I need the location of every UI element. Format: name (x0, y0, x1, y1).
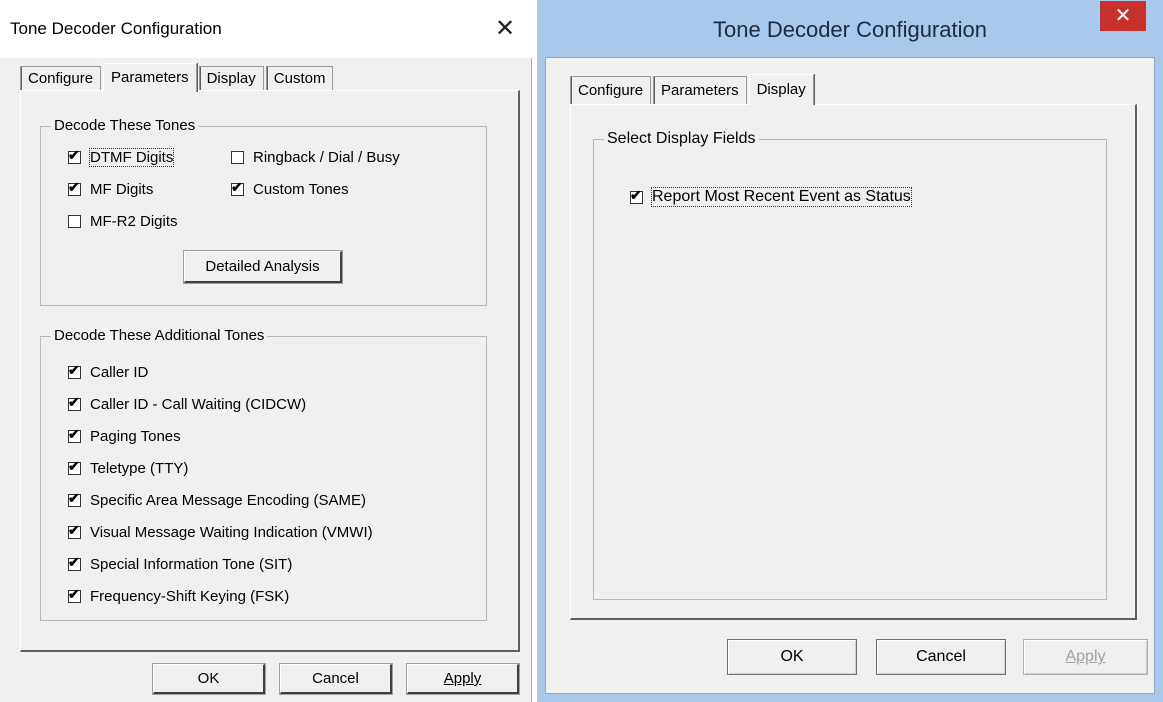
left-cancel-button[interactable]: Cancel (280, 664, 392, 694)
check-icon: ✔ (68, 554, 80, 570)
left-apply-button[interactable]: Apply (407, 664, 519, 694)
checkbox-label: Teletype (TTY) (90, 460, 189, 477)
check-icon: ✔ (231, 179, 243, 195)
checkbox-box: ✔ (630, 187, 643, 204)
left-close-icon[interactable]: ✕ (488, 12, 522, 46)
additional-tones-group-label: Decode These Additional Tones (51, 327, 268, 344)
right-tab-strip: Configure Parameters Display (570, 73, 816, 105)
sit-checkbox[interactable]: ✔ Special Information Tone (SIT) (68, 554, 293, 573)
checkbox-box: ✔ (68, 586, 81, 603)
right-ok-button[interactable]: OK (727, 639, 857, 675)
caller-id-checkbox[interactable]: ✔ Caller ID (68, 362, 149, 381)
parameters-panel: Decode These Tones ✔ DTMF Digits Ringbac… (20, 90, 520, 652)
checkbox-box: ✔ (68, 147, 81, 164)
decode-tones-group: Decode These Tones ✔ DTMF Digits Ringbac… (40, 117, 487, 306)
checkbox-box: ✔ (68, 490, 81, 507)
tab-parameters[interactable]: Parameters (653, 76, 747, 104)
tab-configure[interactable]: Configure (570, 76, 652, 104)
check-icon: ✔ (68, 394, 80, 410)
checkbox-box (68, 215, 81, 228)
checkbox-label: Paging Tones (90, 428, 181, 445)
custom-tones-checkbox[interactable]: ✔ Custom Tones (231, 179, 349, 198)
checkbox-label: MF-R2 Digits (90, 213, 178, 230)
right-cancel-button[interactable]: Cancel (876, 639, 1006, 675)
ringback-dial-busy-checkbox[interactable]: Ringback / Dial / Busy (231, 149, 400, 166)
checkbox-box: ✔ (68, 394, 81, 411)
left-dialog-title: Tone Decoder Configuration (10, 19, 222, 38)
left-dialog: Tone Decoder Configuration ✕ Configure P… (0, 0, 532, 702)
detailed-analysis-button[interactable]: Detailed Analysis (184, 251, 342, 283)
paging-tones-checkbox[interactable]: ✔ Paging Tones (68, 426, 181, 445)
checkbox-box: ✔ (68, 426, 81, 443)
vmwi-checkbox[interactable]: ✔ Visual Message Waiting Indication (VMW… (68, 522, 373, 541)
tab-parameters[interactable]: Parameters (103, 63, 197, 92)
display-fields-group: Select Display Fields ✔ Report Most Rece… (593, 130, 1107, 600)
tab-display[interactable]: Display (198, 66, 264, 91)
check-icon: ✔ (68, 179, 80, 195)
check-icon: ✔ (68, 362, 80, 378)
checkbox-label: Ringback / Dial / Busy (253, 149, 400, 166)
checkbox-label: Frequency-Shift Keying (FSK) (90, 588, 290, 605)
checkbox-label: Caller ID (90, 364, 149, 381)
check-icon: ✔ (68, 586, 80, 602)
teletype-checkbox[interactable]: ✔ Teletype (TTY) (68, 458, 189, 477)
checkbox-box: ✔ (68, 362, 81, 379)
cidcw-checkbox[interactable]: ✔ Caller ID - Call Waiting (CIDCW) (68, 394, 307, 413)
mf-r2-digits-checkbox[interactable]: MF-R2 Digits (68, 213, 178, 230)
checkbox-box (231, 151, 244, 164)
right-dialog: Tone Decoder Configuration ✕ Configure P… (537, 0, 1163, 702)
checkbox-label: MF Digits (90, 181, 154, 198)
same-checkbox[interactable]: ✔ Specific Area Message Encoding (SAME) (68, 490, 366, 509)
check-icon: ✔ (68, 522, 80, 538)
display-panel: Select Display Fields ✔ Report Most Rece… (570, 104, 1137, 620)
right-dialog-title: Tone Decoder Configuration (713, 17, 987, 42)
tab-custom[interactable]: Custom (265, 66, 334, 91)
checkbox-label: Visual Message Waiting Indication (VMWI) (90, 524, 373, 541)
checkbox-label: Report Most Recent Event as Status (651, 187, 912, 207)
right-client-area: Configure Parameters Display Select Disp… (545, 57, 1155, 694)
checkbox-box: ✔ (231, 179, 244, 196)
checkbox-label: Caller ID - Call Waiting (CIDCW) (90, 396, 307, 413)
display-fields-group-label: Select Display Fields (604, 130, 759, 148)
check-icon: ✔ (68, 490, 80, 506)
checkbox-label: Custom Tones (253, 181, 349, 198)
right-close-icon[interactable]: ✕ (1100, 1, 1146, 31)
checkbox-label: DTMF Digits (88, 148, 175, 167)
checkbox-box: ✔ (68, 179, 81, 196)
decode-tones-group-label: Decode These Tones (51, 117, 199, 134)
check-icon: ✔ (630, 186, 642, 203)
fsk-checkbox[interactable]: ✔ Frequency-Shift Keying (FSK) (68, 586, 290, 605)
checkbox-box: ✔ (68, 554, 81, 571)
additional-tones-group: Decode These Additional Tones ✔ Caller I… (40, 327, 487, 621)
check-icon: ✔ (68, 147, 80, 163)
left-titlebar: Tone Decoder Configuration ✕ (0, 0, 532, 58)
left-tab-strip: Configure Parameters Display Custom (20, 62, 335, 92)
checkbox-label: Special Information Tone (SIT) (90, 556, 293, 573)
left-ok-button[interactable]: OK (153, 664, 265, 694)
check-icon: ✔ (68, 426, 80, 442)
right-apply-button[interactable]: Apply (1023, 639, 1148, 675)
dtmf-digits-checkbox[interactable]: ✔ DTMF Digits (68, 147, 175, 167)
tab-display[interactable]: Display (748, 74, 814, 105)
checkbox-box: ✔ (68, 458, 81, 475)
tab-configure[interactable]: Configure (20, 66, 102, 91)
checkbox-label: Specific Area Message Encoding (SAME) (90, 492, 366, 509)
checkbox-box: ✔ (68, 522, 81, 539)
check-icon: ✔ (68, 458, 80, 474)
mf-digits-checkbox[interactable]: ✔ MF Digits (68, 179, 154, 198)
report-recent-event-checkbox[interactable]: ✔ Report Most Recent Event as Status (630, 187, 912, 207)
